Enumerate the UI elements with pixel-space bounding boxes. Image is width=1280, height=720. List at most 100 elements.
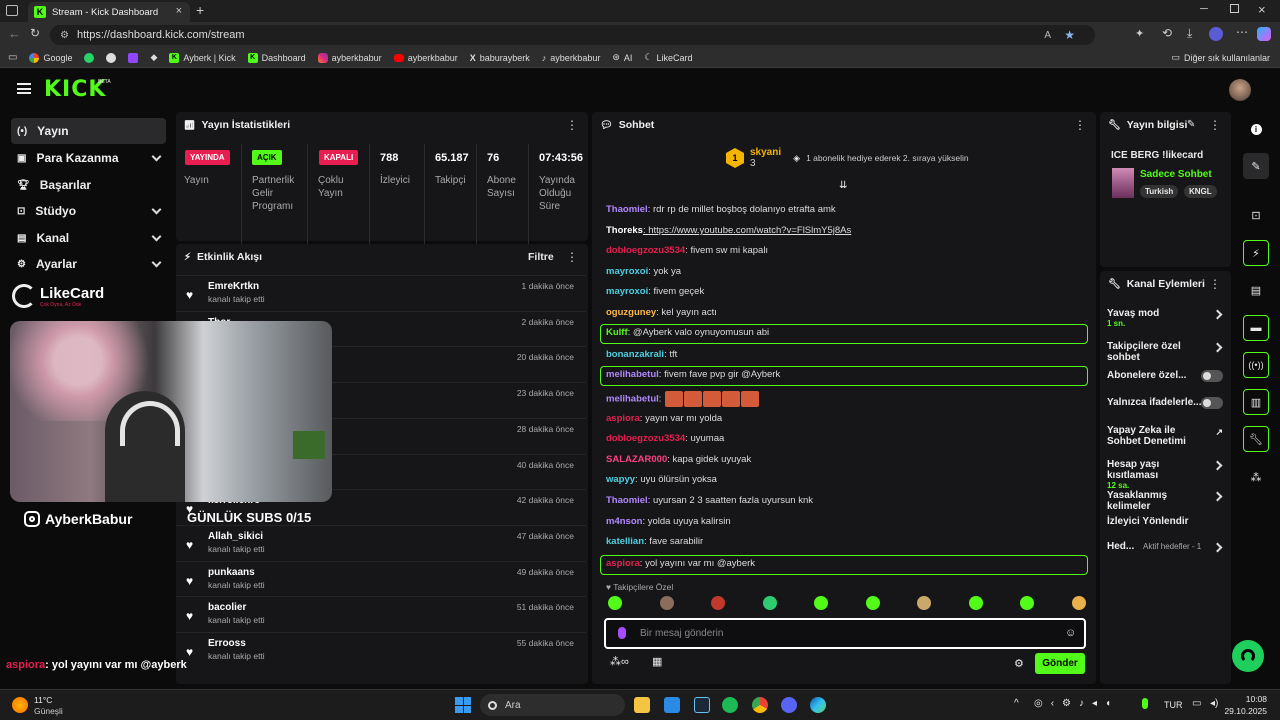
more-options-icon[interactable]: ⋮ — [566, 251, 578, 263]
copilot-icon[interactable] — [1257, 27, 1271, 41]
other-bookmarks[interactable]: ▭ Diğer sık kullanılanlar — [1171, 52, 1270, 63]
channel-action-item[interactable]: Hesap yaşı kısıtlaması 12 sa. — [1107, 459, 1229, 490]
bookmark-instagram[interactable]: ayberkbabur — [317, 52, 382, 63]
category-name[interactable]: Sadece Sohbet — [1140, 169, 1212, 180]
chat-username[interactable]: SALAZAR000 — [606, 454, 667, 465]
chat-message[interactable]: Thaomiel: rdr rp de millet boşboş dolanı… — [606, 204, 836, 215]
activity-row[interactable]: ♥ bacolier kanalı takip etti 51 dakika önce — [176, 596, 586, 632]
more-options-icon[interactable]: ⋮ — [566, 119, 578, 131]
bookmark-diamond[interactable]: ◆ — [150, 52, 157, 63]
bookmark-youtube[interactable]: ayberkbabur — [393, 53, 458, 63]
browser-tab[interactable]: K Stream - Kick Dashboard × — [28, 2, 190, 22]
chat-message[interactable]: SALAZAR000: kapa gidek uyuyak — [606, 454, 751, 465]
chat-username[interactable]: Thoreks — [606, 225, 643, 236]
more-rail-button[interactable]: ⁂ — [1243, 464, 1269, 490]
chat-message[interactable]: Thoreks: https://www.youtube.com/watch?v… — [606, 225, 851, 236]
chat-message[interactable]: katellian: fave sarabilir — [606, 536, 703, 547]
tools-rail-button[interactable]: 🔧︎ — [1243, 426, 1269, 452]
sidebar-item-kanal[interactable]: ▤ Kanal — [11, 225, 166, 251]
emote-icon[interactable] — [608, 596, 622, 610]
sidebar-item-para-kazanma[interactable]: ▣ Para Kazanma — [11, 145, 166, 171]
layout-rail-button[interactable]: ▥ — [1243, 389, 1269, 415]
bookmark-x[interactable]: Xbaburayberk — [470, 53, 530, 63]
chat-message[interactable]: dobloegzozu3534: fivem sw mi kapalı — [606, 245, 768, 256]
chat-input[interactable]: Bir mesaj gönderin ☺ — [604, 618, 1086, 649]
more-icon[interactable]: ⋯ — [1236, 25, 1248, 39]
chat-message[interactable]: mayroxoi: yok ya — [606, 266, 681, 277]
clock-date[interactable]: 29.10.2025 — [1221, 706, 1267, 716]
channel-action-item[interactable]: Yavaş mod 1 sn. — [1107, 308, 1229, 328]
more-options-icon[interactable]: ⋮ — [1209, 278, 1221, 290]
spotify-icon[interactable] — [722, 697, 738, 713]
volume-icon[interactable]: ◂) — [1210, 698, 1218, 709]
broadcast-rail-button[interactable]: ((•)) — [1243, 352, 1269, 378]
focus-rail-button[interactable]: ⊡ — [1243, 202, 1269, 228]
tab-actions-icon[interactable] — [6, 5, 18, 16]
favorite-star-icon[interactable]: ★ — [1064, 28, 1075, 42]
bookmark-twitch[interactable] — [128, 52, 139, 63]
bookmark-whatsapp[interactable] — [84, 52, 95, 63]
channel-action-item[interactable]: Yalnızca ifadelerle... — [1107, 397, 1229, 409]
extensions-icon[interactable]: ✦ — [1135, 27, 1144, 40]
bookmark-ai[interactable]: ⊛ AI — [612, 52, 632, 63]
edit-pencil-icon[interactable]: ✎ — [1187, 119, 1195, 130]
chat-message[interactable]: mayroxoi: fivem geçek — [606, 286, 704, 297]
chat-username[interactable]: aspiora — [606, 558, 640, 569]
activity-row[interactable]: ♥ punkaans kanalı takip etti 49 dakika önce — [176, 560, 586, 597]
chat-username[interactable]: m4nson — [606, 516, 642, 527]
discord-icon[interactable] — [781, 697, 797, 713]
channel-action-item[interactable]: Abonelere özel... — [1107, 370, 1229, 382]
scroll-down-icon[interactable]: ⇊ — [839, 180, 847, 191]
avatar[interactable] — [1229, 79, 1251, 101]
more-options-icon[interactable]: ⋮ — [1074, 119, 1086, 131]
edit-rail-button[interactable]: ✎ — [1243, 153, 1269, 179]
emoji-icon[interactable]: ☺ — [1065, 627, 1076, 639]
chat-username[interactable]: Kulff — [606, 327, 628, 338]
chat-message[interactable]: aspiora: yol yayını var mı @ayberk — [606, 558, 755, 569]
chat-message[interactable]: melihabetul: — [606, 391, 760, 407]
more-options-icon[interactable]: ⋮ — [1209, 119, 1221, 131]
sidebar-item-studyo[interactable]: ⊡ Stüdyo — [11, 198, 166, 224]
edge-icon[interactable] — [810, 697, 826, 713]
tag[interactable]: Turkish — [1140, 185, 1179, 198]
pinned-gifter[interactable]: 1 skyani 3 ◈ 1 abonelik hediye ederek 2.… — [726, 147, 969, 169]
refresh-icon[interactable]: ↻ — [30, 26, 40, 40]
sidebar-item-basarilar[interactable]: 🏆︎ Başarılar — [11, 172, 166, 198]
chat-message[interactable]: oguzguney: kel yayın actı — [606, 307, 717, 318]
channel-action-item[interactable]: İzleyici Yönlendir — [1107, 516, 1229, 527]
weather-icon[interactable] — [12, 697, 28, 713]
chat-message[interactable]: Kulff: @Ayberk valo oynuyomusun abi — [606, 327, 769, 338]
activity-row[interactable]: ♥ Allah_sikici kanalı takip etti 47 dakika … — [176, 524, 586, 561]
channel-action-item[interactable]: Takipçilere özel sohbet — [1107, 341, 1229, 363]
minimize-icon[interactable]: ─ — [1200, 3, 1208, 15]
toggle-switch[interactable] — [1201, 370, 1223, 382]
chat-username[interactable]: Thaomiel — [606, 495, 648, 506]
taskbar-search[interactable]: Ara — [480, 694, 625, 716]
chat-username[interactable]: Thaomiel — [606, 204, 648, 215]
chat-username[interactable]: mayroxoi — [606, 266, 648, 277]
channel-action-item[interactable]: Hed... Aktif hedefler - 1 — [1107, 541, 1229, 553]
emote-icon[interactable] — [968, 596, 983, 610]
chat-message[interactable]: Thaomiel: uyursan 2 3 saatten fazla uyur… — [606, 495, 813, 506]
support-button[interactable] — [1232, 640, 1264, 672]
chat-username[interactable]: melihabetul — [606, 369, 659, 380]
chat-username[interactable]: oguzguney — [606, 307, 656, 318]
bookmark-dashboard[interactable]: K Dashboard — [247, 52, 306, 63]
emote-icon[interactable] — [762, 596, 777, 610]
chat-settings-icon[interactable]: ⚙ — [1014, 657, 1024, 670]
info-rail-button[interactable]: i — [1243, 116, 1269, 142]
chat-username[interactable]: melihabetul — [606, 394, 659, 405]
notes-rail-button[interactable]: ▤ — [1243, 277, 1269, 303]
chat-username[interactable]: aspiora — [606, 413, 640, 424]
chat-message[interactable]: wapyy: uyu ölürsün yoksa — [606, 474, 717, 485]
chat-rail-button[interactable]: ▬ — [1243, 315, 1269, 341]
chat-username[interactable]: dobloegzozu3534 — [606, 245, 685, 256]
emote-icon[interactable] — [1020, 596, 1034, 610]
tray-chevron-icon[interactable]: ^ — [1014, 698, 1019, 709]
chat-username[interactable]: wapyy — [606, 474, 635, 485]
windows-start-icon[interactable] — [455, 697, 471, 713]
new-tab-icon[interactable]: + — [196, 2, 204, 18]
emote-icon[interactable] — [865, 596, 880, 610]
network-icon[interactable]: ▭ — [1192, 698, 1201, 709]
downloads-icon[interactable]: ⤓ — [1187, 26, 1192, 41]
